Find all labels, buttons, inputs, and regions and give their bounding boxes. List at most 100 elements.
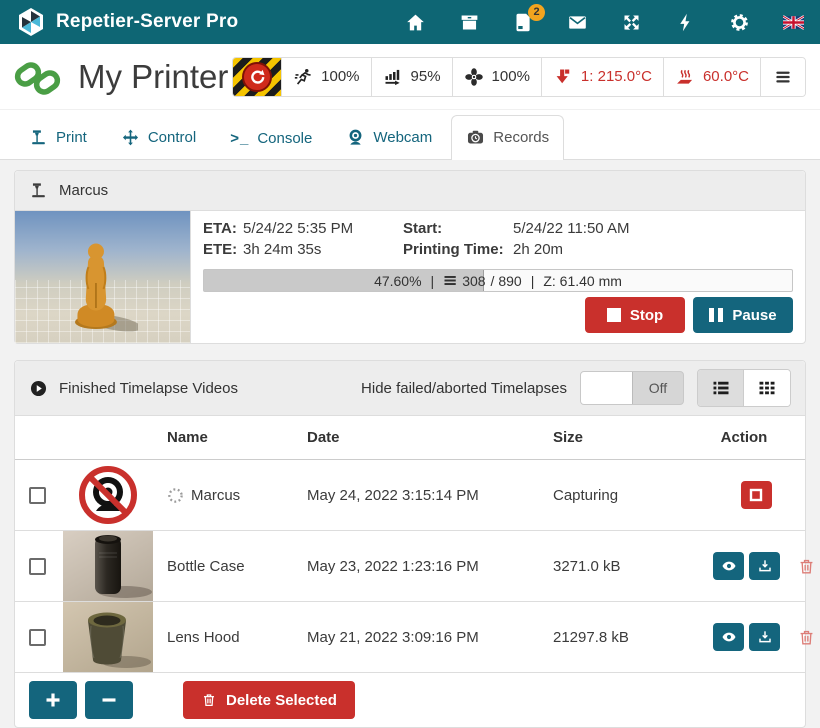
video-thumbnail [63, 531, 153, 601]
printer-menu-button[interactable] [760, 58, 805, 96]
timelapse-footer: Delete Selected [15, 673, 805, 727]
job-preview-thumbnail [15, 211, 191, 343]
grid-view-button[interactable] [744, 370, 790, 406]
ete-label: ETE: [203, 241, 243, 258]
hide-failed-toggle[interactable]: Off [580, 371, 684, 405]
eye-icon [721, 558, 737, 574]
view-video-button[interactable] [713, 623, 744, 651]
home-icon[interactable] [405, 12, 426, 33]
tab-console[interactable]: >_ Console [215, 117, 327, 160]
row-date: May 24, 2022 3:15:14 PM [303, 487, 549, 504]
progress-percent: 47.60% [374, 273, 421, 289]
webcam-icon [346, 128, 365, 147]
row-name: Bottle Case [163, 558, 303, 575]
download-icon [757, 629, 773, 645]
row-size: 21297.8 kB [549, 629, 709, 646]
connection-chain-icon [14, 55, 62, 99]
flow-multiplier-button[interactable]: 95% [371, 58, 452, 96]
expand-arrows-icon[interactable] [621, 12, 642, 33]
no-webcam-icon [63, 460, 153, 530]
pause-print-button[interactable]: Pause [693, 297, 793, 333]
stop-recording-button[interactable] [741, 481, 772, 509]
row-size: 3271.0 kB [549, 558, 709, 575]
minus-icon [101, 692, 117, 708]
progress-separator: | [431, 273, 435, 289]
row-checkbox[interactable] [29, 558, 46, 575]
layer-total: / 890 [491, 273, 522, 289]
select-all-button[interactable] [29, 681, 77, 719]
stop-square-icon [607, 308, 621, 322]
delete-video-button[interactable] [797, 628, 816, 647]
tab-print-label: Print [56, 129, 87, 146]
print-queue-icon[interactable]: 2 [513, 12, 534, 33]
extruder-temp-button[interactable]: 1: 215.0°C [541, 58, 663, 96]
row-checkbox[interactable] [29, 487, 46, 504]
tab-webcam[interactable]: Webcam [331, 115, 447, 160]
delete-video-button[interactable] [797, 557, 816, 576]
row-date: May 23, 2022 1:23:16 PM [303, 558, 549, 575]
bed-temp-button[interactable]: 60.0°C [663, 58, 760, 96]
table-header-row: Name Date Size Action [15, 416, 805, 460]
fan-value: 100% [492, 68, 530, 85]
statue-render [61, 223, 137, 335]
emergency-stop-button[interactable] [233, 58, 281, 96]
speed-value: 100% [321, 68, 359, 85]
printer-tabs: Print Control >_ Console Webcam Records [0, 110, 820, 160]
start-label: Start: [403, 220, 513, 237]
pause-icon [709, 308, 723, 322]
language-flag-icon[interactable] [783, 12, 804, 33]
tab-records[interactable]: Records [451, 115, 564, 160]
fan-button[interactable]: 100% [452, 58, 541, 96]
download-video-button[interactable] [749, 552, 780, 580]
delete-selected-button[interactable]: Delete Selected [183, 681, 355, 719]
eye-icon [721, 629, 737, 645]
brand[interactable]: Repetier-Server Pro [16, 7, 238, 37]
z-height: Z: 61.40 mm [543, 273, 622, 289]
stop-print-button[interactable]: Stop [585, 297, 685, 333]
tab-webcam-label: Webcam [373, 129, 432, 146]
eta-value: 5/24/22 5:35 PM [243, 220, 403, 237]
row-checkbox[interactable] [29, 629, 46, 646]
mail-icon[interactable] [567, 12, 588, 33]
view-mode-group [697, 369, 791, 407]
view-video-button[interactable] [713, 552, 744, 580]
repetier-logo-icon [16, 7, 46, 37]
archive-box-icon[interactable] [459, 12, 480, 33]
download-video-button[interactable] [749, 623, 780, 651]
deselect-all-button[interactable] [85, 681, 133, 719]
row-status: Capturing [549, 487, 709, 504]
power-bolt-icon[interactable] [675, 12, 696, 33]
job-name: Marcus [59, 182, 108, 199]
printer-status-group: 100% 95% 100% 1: 215.0°C 60.0°C [232, 57, 806, 97]
header-action: Action [709, 429, 805, 446]
tab-control[interactable]: Control [106, 115, 211, 160]
active-job-panel: Marcus ETA: 5/24/22 5:35 PM Start: 5/24/… [14, 170, 806, 344]
table-row: Lens Hood May 21, 2022 3:09:16 PM 21297.… [15, 602, 805, 673]
tab-control-label: Control [148, 129, 196, 146]
settings-gear-icon[interactable] [729, 12, 750, 33]
speed-multiplier-button[interactable]: 100% [281, 58, 370, 96]
timelapse-panel: Finished Timelapse Videos Hide failed/ab… [14, 360, 806, 728]
toggle-state: Off [633, 372, 683, 404]
header-name: Name [163, 429, 303, 446]
tab-print[interactable]: Print [14, 115, 102, 160]
delete-selected-label: Delete Selected [226, 692, 337, 709]
stop-label: Stop [630, 307, 663, 324]
plus-icon [45, 692, 61, 708]
trash-icon [201, 692, 217, 708]
table-row: Marcus May 24, 2022 3:15:14 PM Capturing [15, 460, 805, 531]
console-icon: >_ [230, 130, 249, 147]
download-icon [757, 558, 773, 574]
page-title: My Printer [78, 58, 228, 96]
flow-bars-icon [383, 67, 403, 87]
print-icon [29, 128, 48, 147]
list-view-button[interactable] [698, 370, 744, 406]
heated-bed-icon [675, 67, 695, 87]
job-meta: ETA: 5/24/22 5:35 PM Start: 5/24/22 11:5… [203, 220, 793, 258]
list-view-icon [711, 378, 731, 398]
trash-icon [797, 628, 816, 647]
tab-records-label: Records [493, 129, 549, 146]
trash-icon [797, 557, 816, 576]
bed-temp-value: 60.0°C [703, 68, 749, 85]
queue-badge: 2 [528, 4, 545, 21]
